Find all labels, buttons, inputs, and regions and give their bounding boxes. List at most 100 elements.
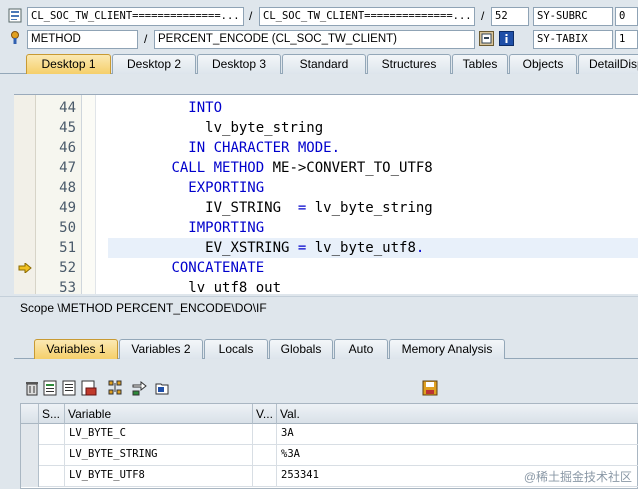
insert-row-icon[interactable] [43, 380, 59, 396]
code-line[interactable]: 46 IN CHARACTER MODE. [14, 138, 638, 158]
tab-standard[interactable]: Standard [282, 54, 366, 74]
identifier-token: lv_byte_string [314, 200, 433, 216]
table-row[interactable]: LV_BYTE_C 3A [21, 424, 638, 445]
variables-tab-strip: Variables 1 Variables 2 Locals Globals A… [14, 337, 638, 359]
code-text: CALL METHOD ME->CONVERT_TO_UTF8 [104, 158, 433, 178]
tab-structures[interactable]: Structures [367, 54, 451, 74]
identifier-token: ME->CONVERT_TO_UTF8 [272, 160, 433, 176]
type-field[interactable]: METHOD [27, 30, 138, 49]
code-line[interactable]: 44 INTO [14, 98, 638, 118]
scope-bar: Scope \METHOD PERCENT_ENCODE\DO\IF [0, 296, 638, 318]
code-text: EV_XSTRING = lv_byte_utf8. [104, 238, 424, 258]
separator: / [249, 9, 253, 23]
v-cell [253, 445, 277, 466]
tab-locals[interactable]: Locals [204, 339, 268, 359]
line-number-field[interactable]: 52 [491, 7, 529, 26]
info-icon[interactable] [499, 31, 514, 46]
line-number: 46 [59, 140, 76, 156]
keyword-token: = [297, 240, 315, 256]
tab-desktop-2[interactable]: Desktop 2 [112, 54, 196, 74]
code-line[interactable]: 50 IMPORTING [14, 218, 638, 238]
tab-variables-1[interactable]: Variables 1 [34, 339, 118, 359]
variable-cell[interactable]: LV_BYTE_STRING [65, 445, 253, 466]
code-line[interactable]: 51 EV_XSTRING = lv_byte_utf8. [14, 238, 638, 258]
tab-memory-analysis[interactable]: Memory Analysis [389, 339, 505, 359]
scope-text: Scope \METHOD PERCENT_ENCODE\DO\IF [20, 301, 267, 315]
disk-save-icon[interactable] [422, 380, 438, 396]
code-editor[interactable]: 44 INTO 45 lv_byte_string 46 IN CHARACTER … [14, 94, 638, 294]
program-icon [8, 8, 22, 23]
keyword-token: INTO [188, 100, 223, 116]
code-text: IV_STRING = lv_byte_string [104, 198, 433, 218]
s-cell [39, 466, 65, 487]
code-text: EXPORTING [104, 178, 264, 198]
transfer-icon[interactable] [131, 380, 147, 396]
save-variables-icon[interactable] [81, 380, 97, 396]
keyword-token: IN CHARACTER MODE. [188, 140, 341, 156]
tab-objects[interactable]: Objects [509, 54, 577, 74]
sysvar-name-field-2[interactable]: SY-TABIX [533, 30, 613, 49]
code-line[interactable]: 49 IV_STRING = lv_byte_string [14, 198, 638, 218]
sysvar-value-field[interactable]: 0 [615, 7, 638, 26]
tab-tables[interactable]: Tables [452, 54, 508, 74]
variable-cell[interactable]: LV_BYTE_UTF8 [65, 466, 253, 487]
value-cell[interactable]: 3A [277, 424, 638, 445]
column-header-v[interactable]: V... [253, 404, 277, 424]
code-text: CONCATENATE [104, 258, 264, 278]
folder-icon[interactable] [155, 380, 171, 396]
line-number: 47 [59, 160, 76, 176]
column-header-s[interactable]: S... [39, 404, 65, 424]
detail-view-icon[interactable] [62, 380, 78, 396]
identifier-token: EV_XSTRING [205, 240, 298, 256]
current-statement-arrow-icon [18, 263, 32, 273]
code-text: INTO [104, 98, 222, 118]
tab-desktop-3[interactable]: Desktop 3 [197, 54, 281, 74]
identifier-token: lv_byte_utf8 [314, 240, 416, 256]
code-line[interactable]: 48 EXPORTING [14, 178, 638, 198]
identifier-token: IV_STRING [205, 200, 298, 216]
column-header-variable[interactable]: Variable [65, 404, 253, 424]
table-row[interactable]: LV_BYTE_STRING %3A [21, 445, 638, 466]
separator: / [144, 32, 148, 46]
code-line[interactable]: 53 lv_utf8_out [14, 278, 638, 294]
tab-globals[interactable]: Globals [269, 339, 333, 359]
watermark: @稀土掘金技术社区 [523, 470, 632, 484]
row-selector[interactable] [21, 424, 39, 445]
separator: / [481, 9, 485, 23]
include-field[interactable]: CL_SOC_TW_CLIENT==============... [259, 7, 475, 26]
code-line[interactable]: 52 CONCATENATE [14, 258, 638, 278]
corner-cell[interactable] [21, 404, 39, 424]
line-number: 50 [59, 220, 76, 236]
delete-icon[interactable] [24, 380, 40, 396]
desktop-tab-strip: Desktop 1 Desktop 2 Desktop 3 Standard S… [0, 52, 638, 74]
line-number: 44 [59, 100, 76, 116]
code-text: IN CHARACTER MODE. [104, 138, 340, 158]
method-icon [11, 31, 19, 44]
code-line[interactable]: 47 CALL METHOD ME->CONVERT_TO_UTF8 [14, 158, 638, 178]
tab-desktop-1[interactable]: Desktop 1 [26, 54, 111, 74]
value-cell[interactable]: %3A [277, 445, 638, 466]
structure-icon[interactable] [108, 380, 124, 396]
variable-cell[interactable]: LV_BYTE_C [65, 424, 253, 445]
keyword-token: CALL METHOD [171, 160, 273, 176]
keyword-token: . [415, 240, 425, 256]
line-number: 51 [59, 240, 76, 256]
row-selector[interactable] [21, 445, 39, 466]
column-header-value[interactable]: Val. [277, 404, 638, 424]
sysvar-name-field[interactable]: SY-SUBRC [533, 7, 613, 26]
tab-auto[interactable]: Auto [334, 339, 388, 359]
code-line[interactable]: 45 lv_byte_string [14, 118, 638, 138]
keyword-token: CONCATENATE [171, 260, 265, 276]
identifier-token: lv_utf8_out [188, 280, 282, 294]
row-selector[interactable] [21, 466, 39, 487]
display-object-icon[interactable] [479, 31, 494, 46]
tab-detaildisp[interactable]: DetailDisp [578, 54, 638, 74]
program-field[interactable]: CL_SOC_TW_CLIENT==============... [27, 7, 244, 26]
v-cell [253, 424, 277, 445]
code-text: lv_utf8_out [104, 278, 281, 294]
keyword-token: IMPORTING [188, 220, 265, 236]
sysvar-value-field-2[interactable]: 1 [615, 30, 638, 49]
tab-variables-2[interactable]: Variables 2 [119, 339, 203, 359]
method-name-field[interactable]: PERCENT_ENCODE (CL_SOC_TW_CLIENT) [154, 30, 475, 49]
line-number: 45 [59, 120, 76, 136]
